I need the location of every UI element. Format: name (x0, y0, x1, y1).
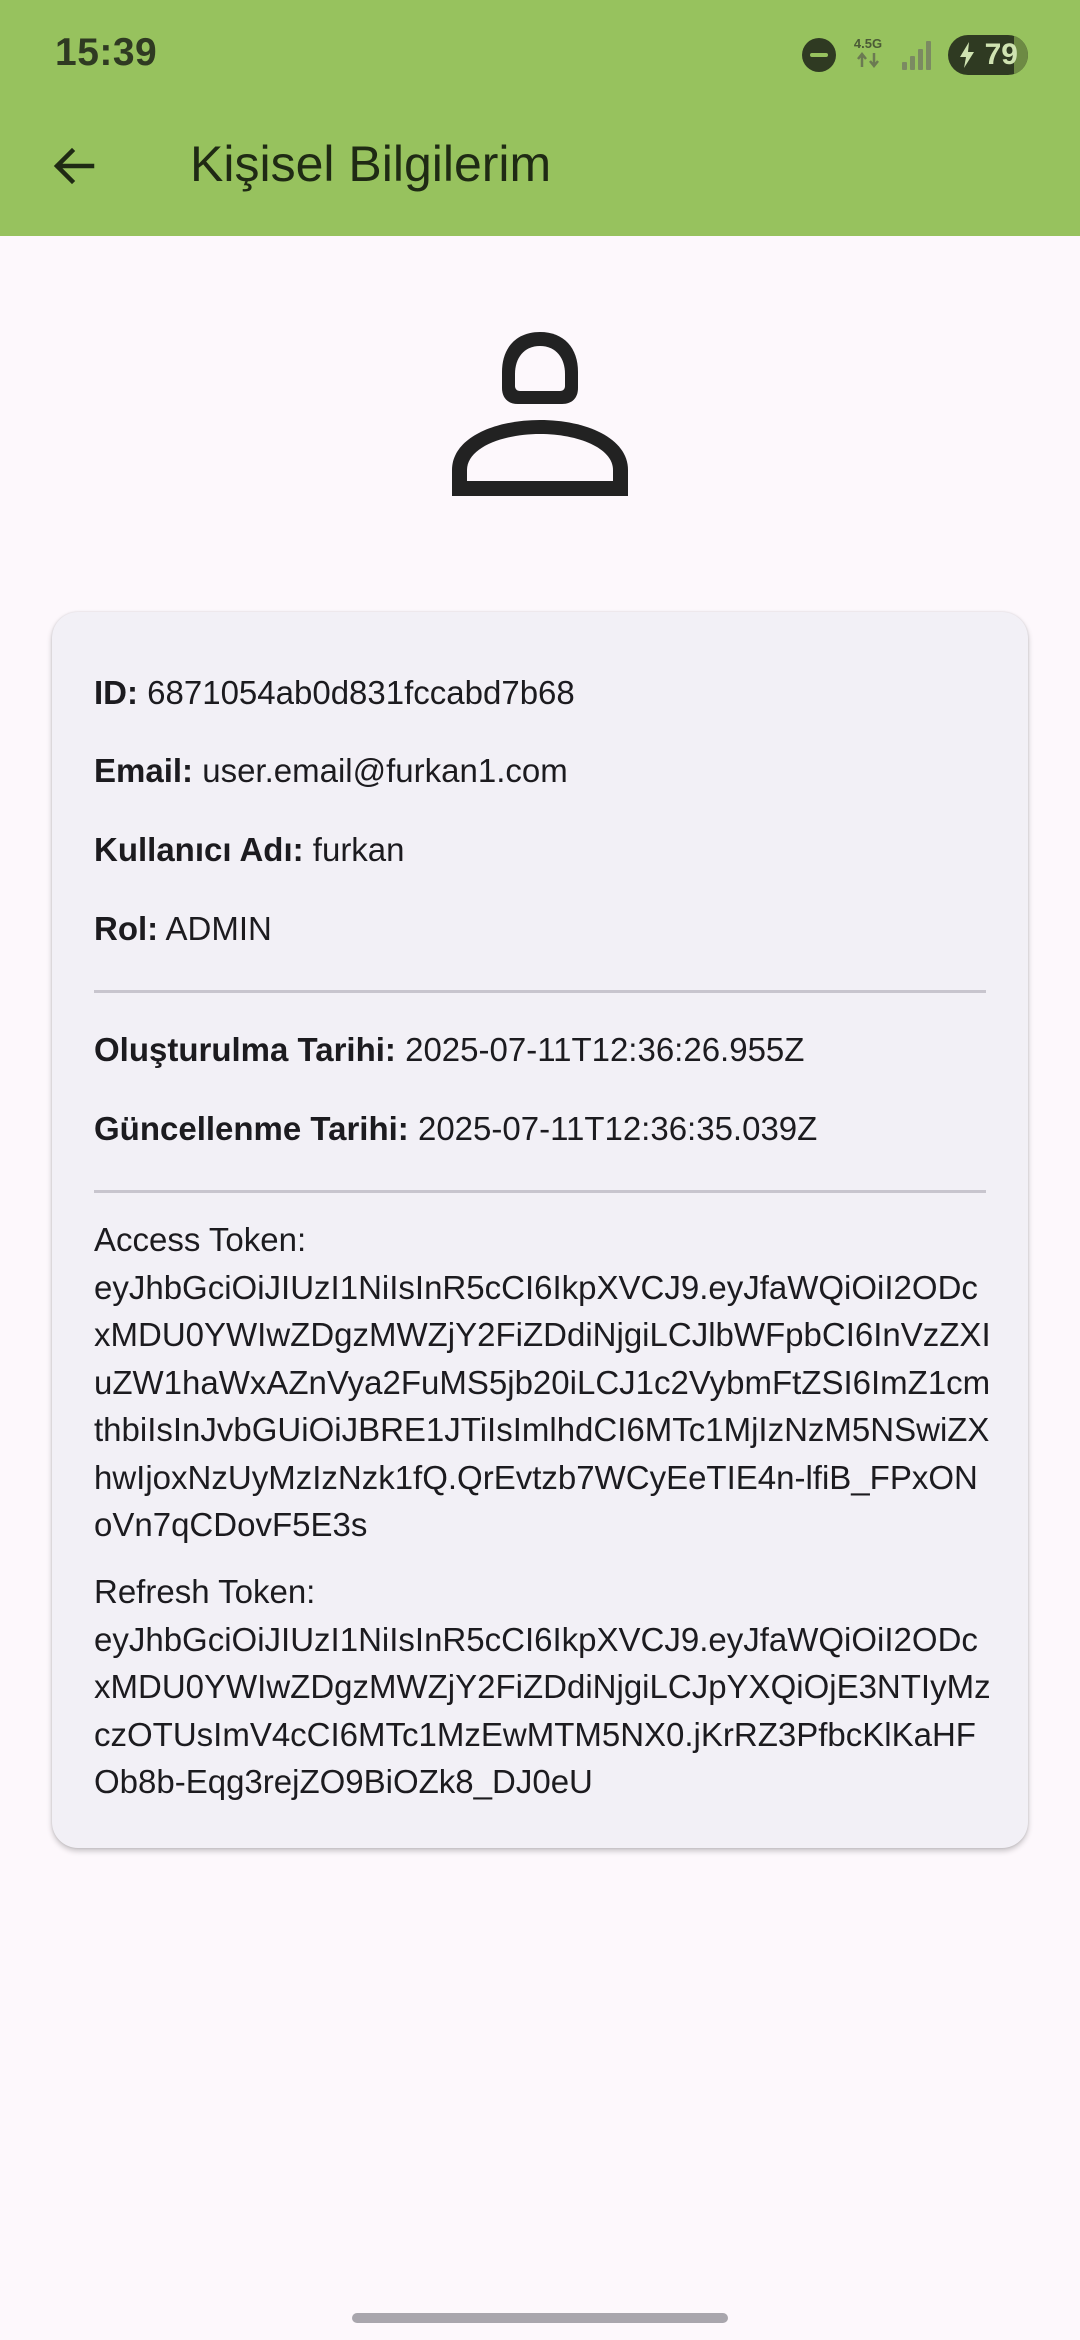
divider (94, 1190, 986, 1193)
created-date-value: 2025-07-11T12:36:26.955Z (405, 1031, 805, 1068)
charging-bolt-icon (960, 42, 974, 68)
status-bar: 15:39 4.5G 79 (0, 0, 1080, 110)
updated-date-value: 2025-07-11T12:36:35.039Z (417, 1110, 818, 1147)
id-row: ID: 6871054ab0d831fccabd7b68 (94, 673, 575, 713)
role-row: Rol: ADMIN (94, 909, 272, 949)
access-token-value: eyJhbGciOiJIUzI1NiIsInR5cCI6IkpXVCJ9.eyJ… (94, 1268, 991, 1544)
status-time: 15:39 (55, 31, 158, 74)
id-value: 6871054ab0d831fccabd7b68 (147, 674, 575, 711)
updated-date-label: Güncellenme Tarihi: (94, 1110, 409, 1147)
person-outline-icon (450, 320, 630, 500)
role-label: Rol: (94, 910, 159, 947)
username-value: furkan (312, 831, 405, 868)
refresh-token-value: eyJhbGciOiJIUzI1NiIsInR5cCI6IkpXVCJ9.eyJ… (94, 1620, 991, 1801)
created-date-label: Oluşturulma Tarihi: (94, 1031, 396, 1068)
refresh-token-block: Refresh Token: eyJhbGciOiJIUzI1NiIsInR5c… (94, 1568, 994, 1806)
mobile-data-icon: 4.5G (850, 37, 886, 73)
username-label: Kullanıcı Adı: (94, 831, 304, 868)
created-date-row: Oluşturulma Tarihi: 2025-07-11T12:36:26.… (94, 1030, 804, 1070)
refresh-token-label: Refresh Token: (94, 1573, 316, 1610)
network-type-label: 4.5G (853, 36, 883, 51)
home-indicator[interactable] (352, 2313, 728, 2323)
arrow-back-icon (53, 147, 95, 185)
app-bar: 15:39 4.5G 79 Kişisel Bilgilerim (0, 0, 1080, 236)
back-button[interactable] (38, 130, 110, 202)
username-row: Kullanıcı Adı: furkan (94, 830, 405, 870)
access-token-block: Access Token: eyJhbGciOiJIUzI1NiIsInR5cC… (94, 1216, 994, 1549)
email-label: Email: (94, 752, 194, 789)
updated-date-row: Güncellenme Tarihi: 2025-07-11T12:36:35.… (94, 1109, 817, 1149)
do-not-disturb-icon (802, 38, 836, 72)
email-value: user.email@furkan1.com (202, 752, 568, 789)
data-arrows-icon (857, 51, 879, 69)
email-row: Email: user.email@furkan1.com (94, 751, 568, 791)
id-label: ID: (94, 674, 138, 711)
toolbar: Kişisel Bilgilerim (0, 110, 1080, 236)
access-token-label: Access Token: (94, 1221, 307, 1258)
role-value: ADMIN (165, 910, 272, 947)
status-icons: 4.5G 79 (802, 34, 1028, 76)
divider (94, 990, 986, 993)
profile-info-card: ID: 6871054ab0d831fccabd7b68 Email: user… (52, 612, 1028, 1848)
signal-icon (900, 38, 934, 72)
battery-level: 79 (984, 38, 1018, 71)
battery-indicator: 79 (948, 35, 1028, 75)
page-title: Kişisel Bilgilerim (190, 136, 552, 192)
